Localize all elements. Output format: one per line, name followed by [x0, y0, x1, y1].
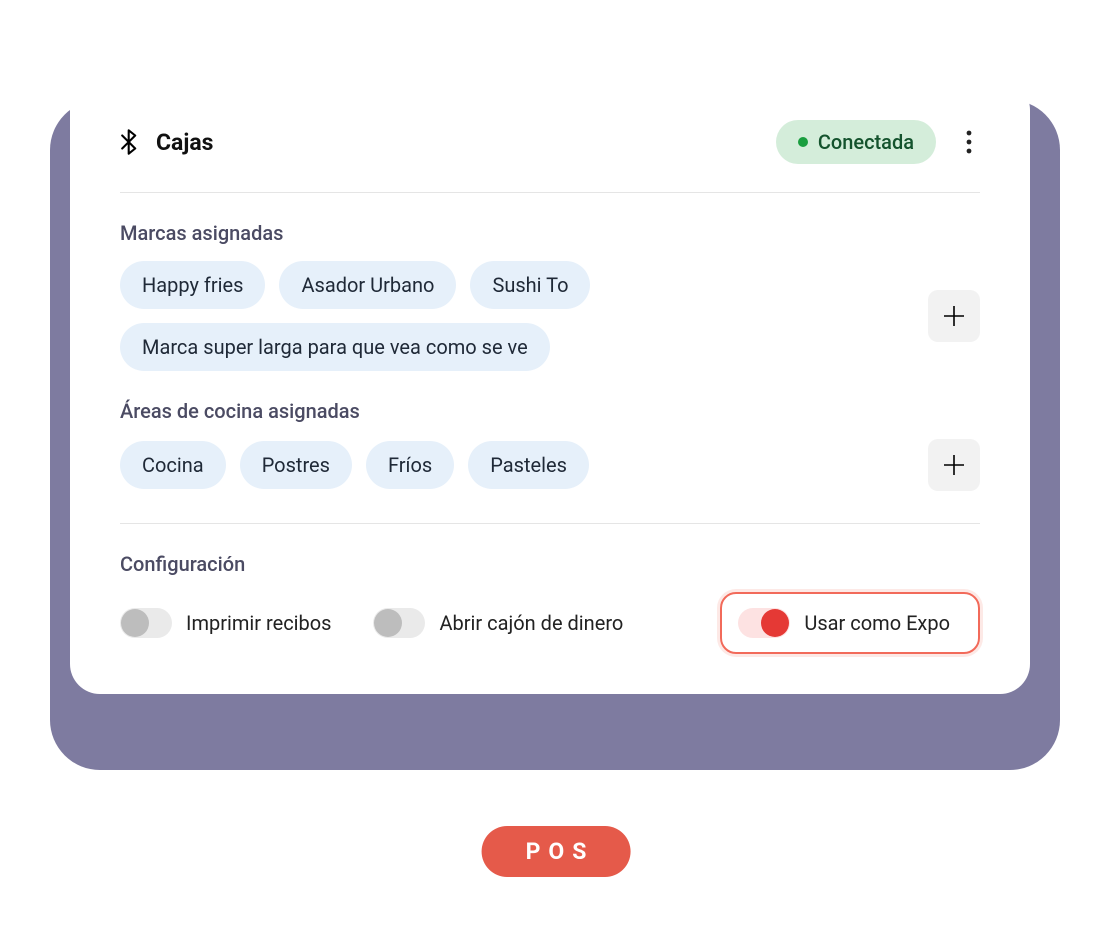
toggle-knob: [121, 609, 149, 637]
more-options-button[interactable]: [958, 126, 980, 158]
brands-title: Marcas asignadas: [120, 221, 980, 245]
brand-chip[interactable]: Sushi To: [470, 261, 590, 309]
brand-chip[interactable]: Asador Urbano: [279, 261, 456, 309]
print-receipts-toggle[interactable]: [120, 608, 172, 638]
brand-chip[interactable]: Happy fries: [120, 261, 265, 309]
divider: [120, 523, 980, 524]
config-title: Configuración: [120, 552, 980, 576]
brands-section: Marcas asignadas Happy fries Asador Urba…: [120, 221, 980, 371]
areas-chips: Cocina Postres Fríos Pasteles: [120, 441, 912, 489]
areas-row: Cocina Postres Fríos Pasteles: [120, 439, 980, 491]
open-drawer-label: Abrir cajón de dinero: [439, 611, 623, 635]
brands-row: Happy fries Asador Urbano Sushi To Marca…: [120, 261, 980, 371]
bluetooth-icon: [120, 129, 140, 155]
use-as-expo-toggle[interactable]: [738, 608, 790, 638]
open-drawer-toggle[interactable]: [373, 608, 425, 638]
card-title: Cajas: [156, 129, 213, 156]
config-section: Configuración Imprimir recibos Abrir caj…: [120, 552, 980, 654]
areas-section: Áreas de cocina asignadas Cocina Postres…: [120, 399, 980, 491]
area-chip[interactable]: Fríos: [366, 441, 454, 489]
brand-chip[interactable]: Marca super larga para que vea como se v…: [120, 323, 550, 371]
use-as-expo-highlight: Usar como Expo: [720, 592, 980, 654]
add-area-button[interactable]: [928, 439, 980, 491]
header-right: Conectada: [776, 120, 980, 164]
printer-config-card: Cajas Conectada Marcas asignadas Happy f…: [70, 80, 1030, 694]
status-dot-icon: [798, 137, 808, 147]
print-receipts-label: Imprimir recibos: [186, 611, 331, 635]
open-drawer-toggle-item: Abrir cajón de dinero: [373, 608, 623, 638]
area-chip[interactable]: Pasteles: [468, 441, 589, 489]
add-brand-button[interactable]: [928, 290, 980, 342]
brands-chips: Happy fries Asador Urbano Sushi To Marca…: [120, 261, 912, 371]
config-row: Imprimir recibos Abrir cajón de dinero U…: [120, 592, 980, 654]
status-text: Conectada: [818, 130, 914, 154]
use-as-expo-label: Usar como Expo: [804, 611, 950, 635]
area-chip[interactable]: Postres: [240, 441, 352, 489]
areas-title: Áreas de cocina asignadas: [120, 399, 980, 423]
pos-badge: POS: [482, 826, 631, 877]
header-left: Cajas: [120, 129, 213, 156]
toggle-knob: [761, 609, 789, 637]
plus-icon: [943, 305, 965, 327]
card-header: Cajas Conectada: [120, 120, 980, 193]
area-chip[interactable]: Cocina: [120, 441, 226, 489]
plus-icon: [943, 454, 965, 476]
status-badge: Conectada: [776, 120, 936, 164]
toggle-knob: [374, 609, 402, 637]
print-receipts-toggle-item: Imprimir recibos: [120, 608, 331, 638]
more-vertical-icon: [966, 130, 972, 154]
